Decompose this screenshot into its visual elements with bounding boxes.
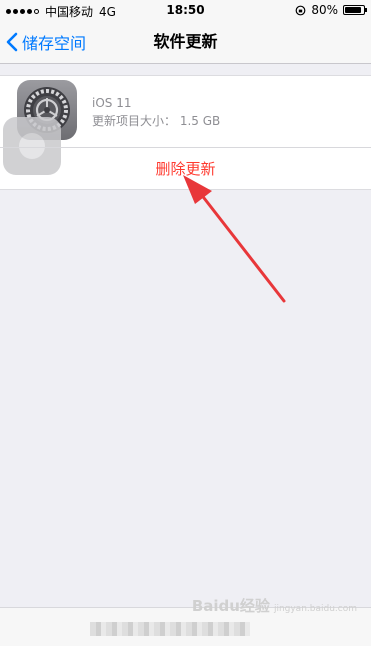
update-name: iOS 11 [92,96,132,110]
status-bar: 中国移动 4G 18:50 80% [0,0,371,20]
blurred-content [90,622,250,636]
watermark-logo: Baidu经验 jingyan.baidu.com [192,595,357,616]
orientation-lock-icon [295,5,306,15]
navigation-bar: 储存空间 软件更新 [0,20,371,64]
watermark-sub: jingyan.baidu.com [273,604,357,614]
update-card: iOS 11 更新项目大小： 1.5 GB 删除更新 [0,75,371,190]
update-size: 更新项目大小： 1.5 GB [92,114,221,128]
watermark-text: Baidu经验 [191,597,270,615]
battery-icon [343,5,367,15]
battery-percent: 80% [311,3,338,17]
status-right: 80% [295,3,367,17]
page-title: 软件更新 [153,32,218,51]
delete-update-button[interactable]: 删除更新 [0,148,371,190]
